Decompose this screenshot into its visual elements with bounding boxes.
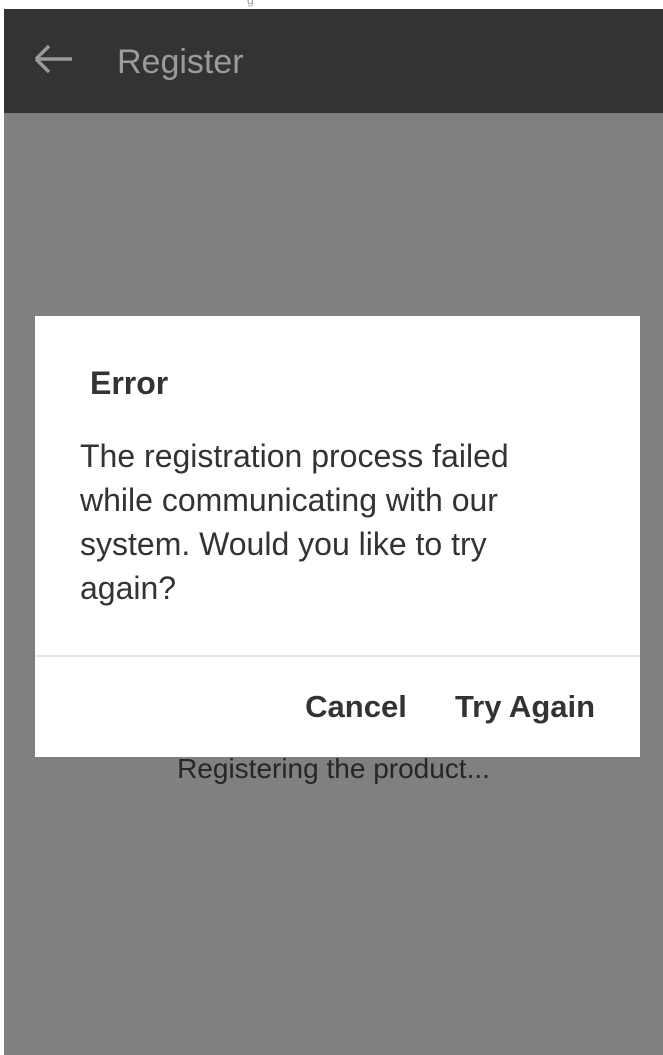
back-button[interactable] — [28, 37, 80, 85]
dialog-title: Error — [90, 365, 169, 401]
cancel-button[interactable]: Cancel — [294, 657, 418, 757]
progress-message: Registering the product... — [177, 753, 490, 784]
dialog-actions: Cancel Try Again — [35, 657, 640, 757]
page-title: Register — [117, 43, 244, 81]
status-bar-partial-text: g — [247, 0, 254, 7]
error-dialog: Error The registration process failed wh… — [35, 316, 640, 757]
status-bar: g — [4, 0, 663, 9]
dialog-message: The registration process failed while co… — [80, 438, 509, 606]
app-bar: Register — [4, 9, 663, 113]
arrow-left-icon — [34, 44, 74, 79]
try-again-button[interactable]: Try Again — [440, 657, 610, 757]
app-screen: g Register Registering the product... Er… — [4, 0, 663, 1055]
